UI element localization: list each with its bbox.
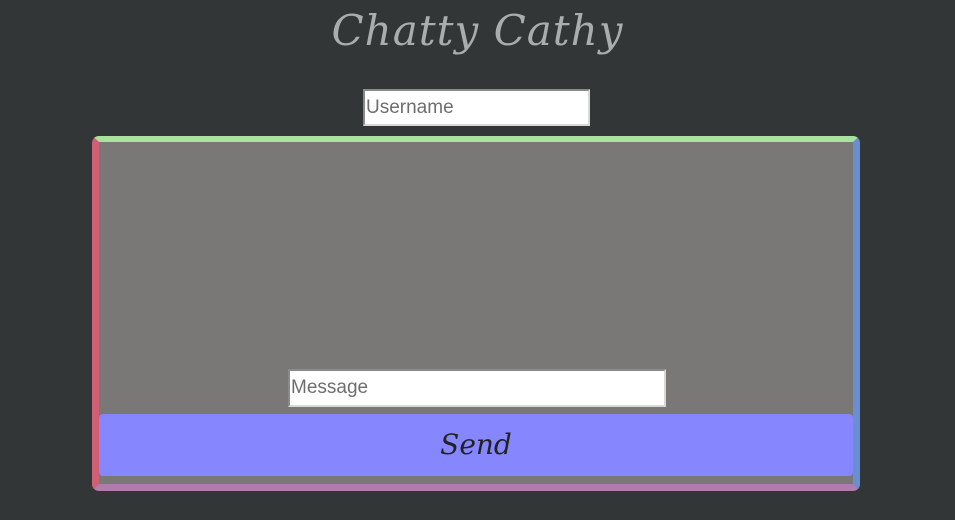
app-title: Chatty Cathy	[331, 6, 624, 55]
send-button[interactable]: Send	[99, 414, 853, 476]
username-input[interactable]	[363, 89, 590, 126]
message-input[interactable]	[288, 369, 666, 407]
messages-list[interactable]	[99, 142, 853, 367]
chat-panel: Send	[92, 136, 860, 491]
